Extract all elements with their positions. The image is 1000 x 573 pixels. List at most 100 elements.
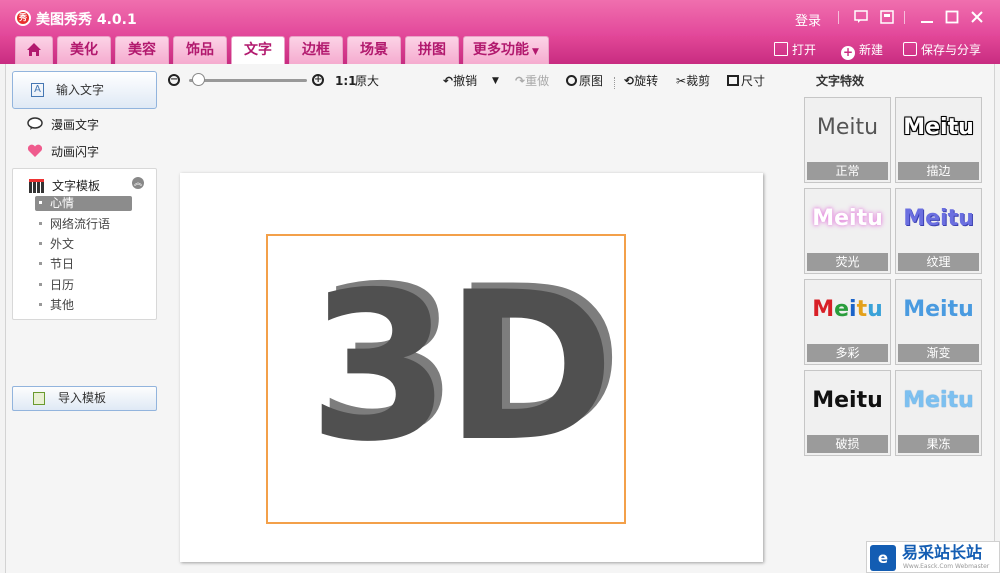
meitu-app-window: 秀 美图秀秀 4.0.1 登录 美化 美容 饰品 文字 边框 场景 拼图 更多功… — [0, 0, 1000, 573]
effects-title: 文字特效 — [816, 74, 865, 88]
effect-sample: Meitu — [812, 388, 883, 413]
tab-collage[interactable]: 拼图 — [405, 36, 459, 64]
undo-icon: ↶ — [443, 74, 454, 88]
effect-outline[interactable]: Meitu 描边 — [895, 97, 982, 183]
zoom-slider[interactable] — [189, 79, 307, 82]
undo-button[interactable]: ↶撤销 — [443, 73, 477, 89]
maximize-icon[interactable] — [945, 10, 959, 24]
actual-size-ratio[interactable]: 1:1 — [335, 73, 357, 89]
resize-button[interactable]: 尺寸 — [727, 73, 765, 89]
undo-history-dropdown[interactable]: ▼ — [492, 73, 499, 89]
import-template-label: 导入模板 — [58, 391, 107, 405]
text-templates-label: 文字模板 — [52, 179, 101, 193]
effect-gradient[interactable]: Meitu 渐变 — [895, 279, 982, 365]
rotate-icon: ⟲ — [624, 74, 635, 88]
effect-sample: Meitu — [812, 206, 883, 231]
text-templates-panel: 文字模板 ︽ 心情 网络流行语 外文 节日 日历 其他 — [12, 168, 157, 320]
effect-glow[interactable]: Meitu 荧光 — [804, 188, 891, 274]
canvas-text: 3D — [308, 249, 615, 487]
site-logo-icon: e — [870, 545, 896, 571]
rotate-label: 旋转 — [634, 74, 659, 88]
feedback-icon[interactable] — [854, 10, 868, 24]
close-icon[interactable] — [970, 10, 984, 24]
tab-retouch[interactable]: 美容 — [115, 36, 169, 64]
save-icon — [903, 42, 917, 56]
effect-texture[interactable]: Meitu 纹理 — [895, 188, 982, 274]
divider — [614, 77, 615, 89]
resize-label: 尺寸 — [741, 74, 766, 88]
tab-text[interactable]: 文字 — [231, 36, 285, 65]
tab-scenes[interactable]: 场景 — [347, 36, 401, 64]
zoom-in-icon[interactable]: + — [312, 74, 324, 86]
tab-more-label: 更多功能 — [473, 42, 530, 58]
minimize-icon[interactable] — [920, 10, 934, 24]
text-templates-header[interactable]: 文字模板 — [29, 177, 100, 194]
redo-button[interactable]: ↷重做 — [515, 73, 549, 89]
template-item-holiday[interactable]: 节日 — [35, 257, 132, 272]
comic-text-item[interactable]: 漫画文字 — [27, 115, 99, 135]
undo-label: 撤销 — [453, 74, 478, 88]
effect-sample: Meitu — [903, 388, 974, 413]
skin-icon[interactable] — [880, 10, 894, 24]
effect-label: 纹理 — [898, 253, 979, 271]
template-item-mood[interactable]: 心情 — [35, 196, 132, 211]
effect-sample: Meitu — [903, 206, 974, 231]
collapse-icon[interactable]: ︽ — [132, 177, 144, 189]
home-icon — [27, 43, 41, 56]
new-label: 新建 — [859, 43, 884, 57]
speech-bubble-icon — [27, 117, 43, 131]
new-button[interactable]: + 新建 — [841, 40, 883, 60]
home-tab[interactable] — [15, 36, 53, 64]
template-item-internet-slang[interactable]: 网络流行语 — [35, 217, 132, 232]
crop-button[interactable]: ✂裁剪 — [676, 73, 710, 89]
canvas-3d-text[interactable]: 3D 3D — [308, 247, 623, 483]
app-logo-icon: 秀 — [15, 10, 31, 26]
effect-label: 果冻 — [898, 435, 979, 453]
template-item-foreign[interactable]: 外文 — [35, 237, 132, 252]
rotate-button[interactable]: ⟲旋转 — [624, 73, 658, 89]
tab-more-features[interactable]: 更多功能 ▼ — [463, 36, 549, 64]
main-tab-bar: 美化 美容 饰品 文字 边框 场景 拼图 更多功能 ▼ 打开 + 新建 保存与分享 — [0, 36, 1000, 65]
zoom-slider-thumb[interactable] — [191, 73, 205, 86]
template-item-other[interactable]: 其他 — [35, 298, 132, 313]
save-share-button[interactable]: 保存与分享 — [903, 40, 981, 60]
divider — [838, 11, 839, 24]
animated-text-item[interactable]: 动画闪字 — [27, 142, 99, 162]
image-canvas[interactable]: 3D 3D — [180, 173, 763, 562]
app-title: 美图秀秀 4.0.1 — [36, 12, 137, 28]
effect-damaged[interactable]: Meitu 破损 — [804, 370, 891, 456]
heart-icon — [27, 144, 43, 158]
input-text-button[interactable]: A 输入文字 — [12, 71, 157, 109]
effect-normal[interactable]: Meitu 正常 — [804, 97, 891, 183]
login-link[interactable]: 登录 — [795, 10, 821, 29]
tab-accessories[interactable]: 饰品 — [173, 36, 227, 64]
open-button[interactable]: 打开 — [774, 40, 816, 60]
effect-sample-colorful: Meitu — [812, 297, 883, 322]
divider — [904, 11, 905, 24]
effect-label: 描边 — [898, 162, 979, 180]
effect-sample: Meitu — [816, 115, 879, 140]
original-size-button[interactable]: 原大 — [355, 73, 379, 89]
template-item-calendar[interactable]: 日历 — [35, 278, 132, 293]
template-icon — [29, 179, 44, 193]
crop-label: 裁剪 — [686, 74, 711, 88]
effect-label: 荧光 — [807, 253, 888, 271]
chevron-down-icon: ▼ — [532, 47, 539, 57]
effect-jelly[interactable]: Meitu 果冻 — [895, 370, 982, 456]
open-label: 打开 — [792, 43, 817, 57]
effect-sample: Meitu — [903, 297, 974, 322]
effect-label: 渐变 — [898, 344, 979, 362]
import-icon — [33, 392, 45, 405]
effect-sample: Meitu — [903, 115, 974, 140]
site-watermark: e 易采站长站 Www.Easck.Com Webmaster — [866, 541, 1000, 573]
original-image-button[interactable]: 原图 — [566, 73, 603, 89]
tab-frames[interactable]: 边框 — [289, 36, 343, 64]
effect-colorful[interactable]: Meitu 多彩 — [804, 279, 891, 365]
effect-label: 破损 — [807, 435, 888, 453]
import-template-button[interactable]: 导入模板 — [12, 386, 157, 411]
redo-icon: ↷ — [515, 74, 526, 88]
plus-icon: + — [841, 45, 855, 60]
zoom-out-icon[interactable]: − — [168, 74, 180, 86]
redo-label: 重做 — [525, 74, 550, 88]
tab-beautify[interactable]: 美化 — [57, 36, 111, 64]
